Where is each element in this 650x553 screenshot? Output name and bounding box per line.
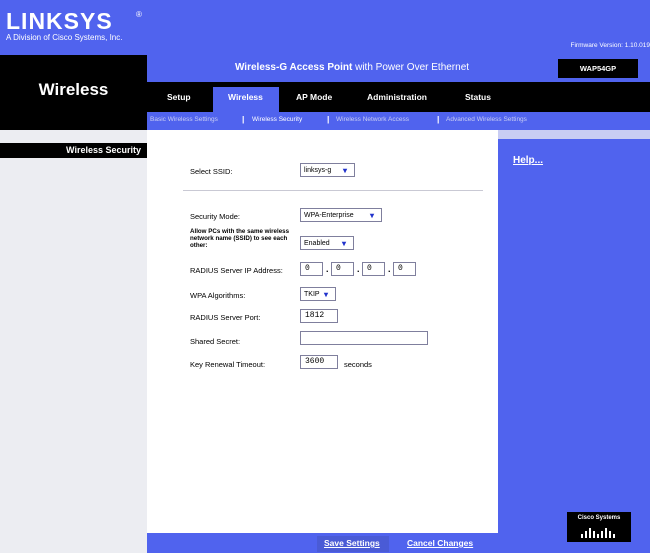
- product-name: Wireless-G Access Point: [234, 62, 353, 73]
- chevron-down-icon: ▾: [370, 211, 375, 220]
- radius-ip-octet-3[interactable]: 0: [362, 262, 385, 276]
- model-number: WAP54GP: [558, 59, 638, 78]
- subtab-separator: |: [327, 114, 330, 124]
- wpa-algorithms-select[interactable]: TKIP ▾: [300, 287, 336, 301]
- firmware-version: Firmware Version: 1.10.019: [570, 42, 650, 49]
- subtab-separator: |: [242, 114, 245, 124]
- save-settings-button[interactable]: Save Settings: [324, 538, 380, 548]
- security-mode-label: Security Mode:: [190, 212, 241, 221]
- shared-secret-label: Shared Secret:: [190, 337, 241, 346]
- allow-pcs-select[interactable]: Enabled ▾: [300, 236, 354, 250]
- subtab-wireless-security[interactable]: Wireless Security: [252, 116, 302, 123]
- cancel-changes-button[interactable]: Cancel Changes: [407, 538, 473, 548]
- radius-ip-label: RADIUS Server IP Address:: [190, 266, 283, 275]
- tab-status[interactable]: Status: [465, 92, 491, 102]
- radius-ip-octet-1[interactable]: 0: [300, 262, 323, 276]
- logo-subtitle: A Division of Cisco Systems, Inc.: [6, 33, 123, 42]
- ssid-label: Select SSID:: [190, 167, 233, 176]
- section-title: Wireless: [38, 80, 109, 99]
- subtab-separator: |: [437, 114, 440, 124]
- tab-ap-mode[interactable]: AP Mode: [296, 92, 332, 102]
- wpa-algorithms-selected-value: TKIP: [304, 291, 320, 298]
- allow-pcs-label: Allow PCs with the same wireless network…: [190, 228, 290, 249]
- bottom-action-bar: Save Settings Cancel Changes: [147, 533, 498, 553]
- radius-ip-octet-4[interactable]: 0: [393, 262, 416, 276]
- cisco-logo: Cisco Systems: [567, 512, 631, 542]
- router-admin-page: LINKSYS ® A Division of Cisco Systems, I…: [0, 0, 650, 553]
- security-mode-select[interactable]: WPA-Enterprise ▾: [300, 208, 382, 222]
- trademark-symbol: ®: [136, 10, 142, 19]
- help-panel-band: [498, 130, 650, 139]
- ip-dot-separator: .: [357, 264, 360, 274]
- linksys-logo: LINKSYS: [6, 8, 113, 34]
- chevron-down-icon: ▾: [342, 239, 347, 248]
- key-renewal-label: Key Renewal Timeout:: [190, 360, 266, 369]
- chevron-down-icon: ▾: [324, 290, 329, 299]
- ip-dot-separator: .: [326, 264, 329, 274]
- left-sidebar: [0, 130, 147, 553]
- tab-administration[interactable]: Administration: [367, 92, 427, 102]
- help-link[interactable]: Help...: [513, 155, 543, 166]
- ip-dot-separator: .: [388, 264, 391, 274]
- product-desc: with Power Over Ethernet: [352, 62, 470, 73]
- radius-port-label: RADIUS Server Port:: [190, 313, 261, 322]
- product-title: Wireless-G Access Point with Power Over …: [147, 62, 557, 73]
- sub-tabs: Basic Wireless Settings | Wireless Secur…: [147, 112, 650, 130]
- sidebar-heading: Wireless Security: [66, 145, 141, 155]
- top-brand-bar: LINKSYS ® A Division of Cisco Systems, I…: [0, 0, 650, 55]
- chevron-down-icon: ▾: [343, 166, 348, 175]
- subtab-basic-wireless[interactable]: Basic Wireless Settings: [150, 116, 218, 123]
- key-renewal-unit: seconds: [344, 360, 372, 369]
- section-divider: [183, 190, 483, 191]
- main-tabs: Setup Wireless AP Mode Administration St…: [147, 82, 650, 112]
- shared-secret-input[interactable]: [300, 331, 428, 345]
- subtab-wireless-network-access[interactable]: Wireless Network Access: [336, 116, 409, 123]
- security-mode-selected-value: WPA-Enterprise: [304, 212, 354, 219]
- subtab-advanced-wireless[interactable]: Advanced Wireless Settings: [446, 116, 527, 123]
- allow-pcs-selected-value: Enabled: [304, 240, 330, 247]
- help-panel: [498, 130, 650, 553]
- tab-wireless[interactable]: Wireless: [228, 92, 263, 102]
- ssid-selected-value: linksys-g: [304, 167, 332, 174]
- radius-port-input[interactable]: 1812: [300, 309, 338, 323]
- wpa-algorithms-label: WPA Algorithms:: [190, 291, 246, 300]
- key-renewal-input[interactable]: 3600: [300, 355, 338, 369]
- product-bar: Wireless-G Access Point with Power Over …: [147, 55, 650, 82]
- ssid-select[interactable]: linksys-g ▾: [300, 163, 355, 177]
- tab-setup[interactable]: Setup: [167, 92, 191, 102]
- radius-ip-octet-2[interactable]: 0: [331, 262, 354, 276]
- cisco-bridge-icon: [581, 528, 615, 538]
- sidebar-heading-bar: Wireless Security: [0, 143, 147, 158]
